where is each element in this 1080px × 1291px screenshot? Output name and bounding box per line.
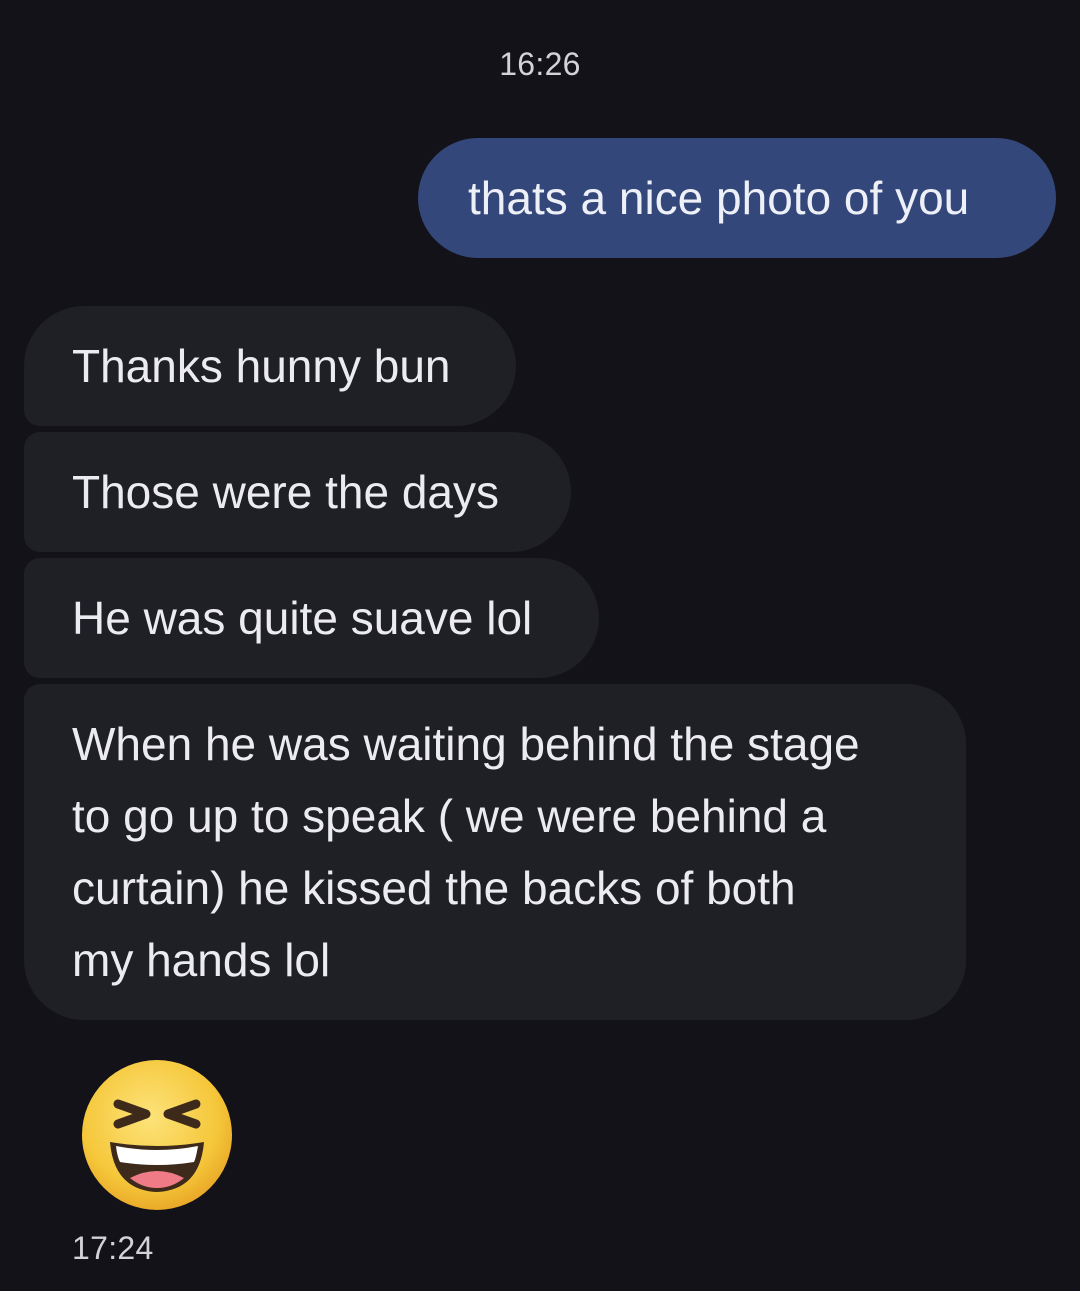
- grinning-squinting-face-icon[interactable]: [80, 1058, 234, 1212]
- message-text-line: my hands lol: [72, 934, 331, 986]
- message-text: Those were the days: [72, 466, 500, 518]
- message-text-line: curtain) he kissed the backs of both: [72, 862, 796, 914]
- incoming-message-bubble[interactable]: He was quite suave lol: [24, 558, 599, 678]
- incoming-message-bubble[interactable]: When he was waiting behind the stage to …: [24, 684, 966, 1020]
- message-timestamp: 16:26: [499, 46, 581, 82]
- message-timestamp: 17:24: [72, 1230, 154, 1266]
- message-text: He was quite suave lol: [72, 592, 533, 644]
- outgoing-message-bubble[interactable]: thats a nice photo of you: [418, 138, 1056, 258]
- incoming-message-bubble[interactable]: Thanks hunny bun: [24, 306, 516, 426]
- message-text-line: to go up to speak ( we were behind a: [72, 790, 827, 842]
- incoming-message-bubble[interactable]: Those were the days: [24, 432, 571, 552]
- message-text-line: When he was waiting behind the stage: [72, 718, 860, 770]
- message-text: thats a nice photo of you: [468, 172, 970, 224]
- message-text: Thanks hunny bun: [72, 340, 451, 392]
